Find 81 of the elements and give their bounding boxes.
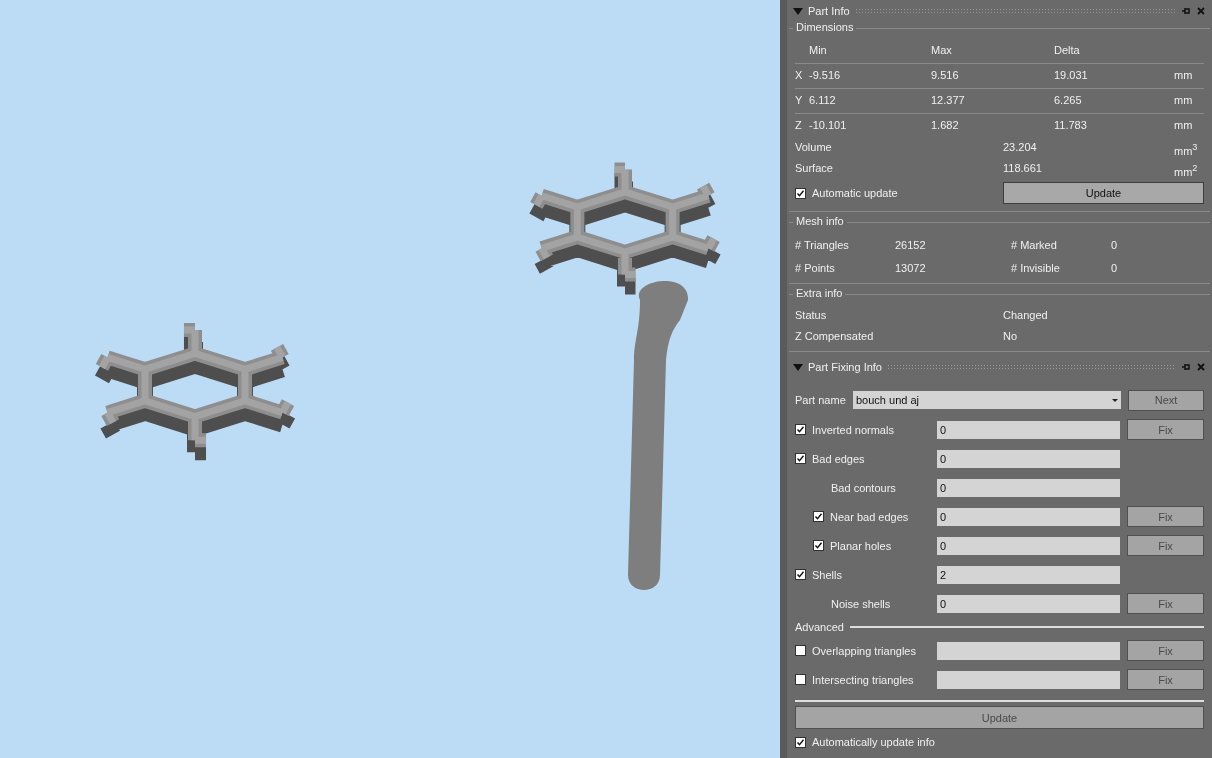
row-label: Noise shells [830, 597, 892, 610]
info-value: 0 [1111, 238, 1119, 253]
group-title: Dimensions [793, 21, 857, 33]
info-value: 26152 [895, 238, 927, 253]
checkbox[interactable] [795, 674, 806, 685]
axis-label: X [795, 68, 804, 83]
unit-label: mm [1174, 93, 1194, 108]
info-label: Status [795, 308, 828, 323]
column-header: Delta [1054, 43, 1081, 58]
check-label: Near bad edges [830, 510, 909, 523]
measure-value: 23.204 [1003, 140, 1038, 155]
unit-label: mm$^{3}$ [1174, 141, 1199, 159]
measure-label: Surface [795, 161, 834, 176]
checkbox[interactable] [813, 511, 824, 522]
collapse-icon[interactable] [793, 363, 803, 371]
checkbox[interactable] [795, 736, 806, 748]
close-icon[interactable] [1196, 6, 1206, 16]
measure-label: Volume [795, 140, 833, 155]
table-cell-text: 6.112 [809, 93, 837, 108]
part-name-dropdown[interactable]: bouch und aj [853, 391, 1121, 409]
count-field[interactable]: 0 [937, 449, 1120, 468]
count-field[interactable]: 0 [937, 478, 1120, 497]
measure-value: 118.661 [1003, 161, 1043, 176]
count-field[interactable] [937, 670, 1120, 689]
checkbox[interactable] [795, 187, 806, 199]
checkbox[interactable] [795, 569, 806, 580]
table-cell-text: 11.783 [1054, 118, 1088, 133]
check-label: Planar holes [830, 539, 892, 552]
row-label: Bad contours [830, 481, 897, 494]
check-label: Overlapping triangles [812, 644, 916, 657]
check-label: Automatic update [812, 187, 898, 199]
info-value: 0 [1111, 261, 1119, 276]
count-field[interactable]: 0 [937, 594, 1120, 613]
info-value: Changed [1003, 308, 1049, 323]
check-label: Intersecting triangles [812, 673, 914, 686]
checkbox[interactable] [813, 540, 824, 551]
unit-label: mm$^{2}$ [1174, 162, 1199, 180]
checkbox[interactable] [795, 453, 806, 464]
check-label: Automatically update info [812, 736, 935, 748]
axis-label: Z [795, 118, 803, 133]
axis-label: Y [795, 93, 804, 108]
check-label: Inverted normals [812, 423, 894, 436]
group-title: Extra info [793, 287, 846, 299]
count-field[interactable] [937, 641, 1120, 660]
table-cell-text: 1.682 [931, 118, 960, 133]
update-button[interactable]: Update [1003, 182, 1204, 204]
check-label: Bad edges [812, 452, 865, 465]
field-label: Part name [795, 394, 847, 406]
panel-title: Part Fixing Info [808, 361, 882, 373]
column-header: Max [931, 43, 953, 58]
panel-title: Part Info [808, 5, 850, 17]
collapse-icon[interactable] [793, 7, 803, 15]
group-title: Mesh info [793, 215, 847, 227]
pin-icon[interactable] [1181, 362, 1191, 372]
count-field[interactable]: 0 [937, 536, 1120, 555]
table-cell-text: 6.265 [1054, 93, 1083, 108]
table-cell-text: 9.516 [931, 68, 960, 83]
info-label: # Points [795, 261, 836, 276]
info-label: # Triangles [795, 238, 850, 253]
count-field[interactable]: 2 [937, 565, 1120, 584]
check-label: Shells [812, 568, 842, 581]
count-field[interactable]: 0 [937, 507, 1120, 526]
unit-label: mm [1174, 68, 1194, 83]
table-cell-text: -10.101 [809, 118, 848, 133]
table-cell-text: 12.377 [931, 93, 966, 108]
section-title: Advanced [795, 621, 844, 633]
count-field[interactable]: 0 [937, 420, 1120, 439]
pin-icon[interactable] [1181, 6, 1191, 16]
info-label: # Marked [1011, 238, 1058, 253]
info-label: Z Compensated [795, 329, 875, 344]
column-header: Min [809, 43, 828, 58]
table-cell-text: -9.516 [809, 68, 842, 83]
checkbox[interactable] [795, 424, 806, 435]
checkbox[interactable] [795, 645, 806, 656]
info-value: No [1003, 329, 1019, 344]
close-icon[interactable] [1196, 362, 1206, 372]
viewport[interactable] [0, 0, 780, 758]
table-cell-text: 19.031 [1054, 68, 1089, 83]
info-label: # Invisible [1011, 261, 1061, 276]
unit-label: mm [1174, 118, 1194, 133]
info-value: 13072 [895, 261, 927, 276]
